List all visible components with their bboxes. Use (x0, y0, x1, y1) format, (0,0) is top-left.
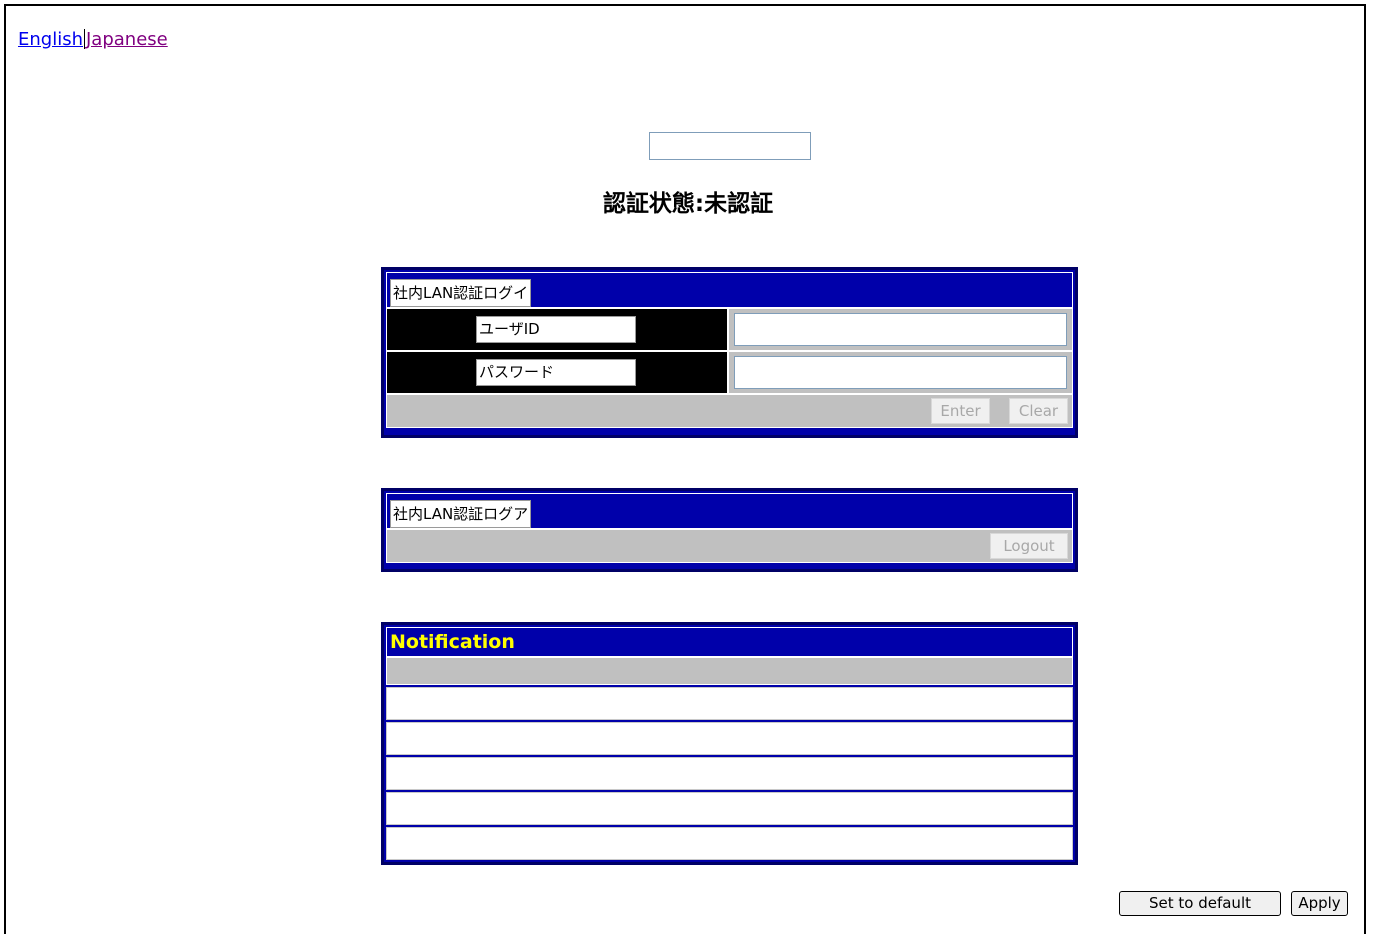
set-to-default-button[interactable]: Set to default (1119, 891, 1281, 916)
notification-title: Notification (390, 631, 515, 653)
login-panel-caption: 社内LAN認証ログイ (390, 279, 532, 307)
user-id-label: ユーザID (476, 316, 636, 343)
top-empty-field (649, 132, 811, 160)
apply-button[interactable]: Apply (1291, 891, 1348, 916)
login-button-row: Enter Clear (386, 394, 1073, 428)
notification-panel: Notification (381, 622, 1078, 865)
user-id-row: ユーザID (386, 308, 1073, 351)
japanese-link[interactable]: Japanese (86, 29, 168, 50)
notification-line (386, 757, 1073, 790)
notification-header: Notification (386, 627, 1073, 657)
notification-line (386, 722, 1073, 755)
enter-button[interactable]: Enter (931, 398, 990, 424)
password-input[interactable] (734, 356, 1067, 389)
notification-gray-row (386, 657, 1073, 685)
language-separator (84, 29, 85, 49)
user-id-input[interactable] (734, 313, 1067, 346)
password-label: パスワード (476, 359, 636, 386)
logout-button[interactable]: Logout (990, 533, 1068, 559)
auth-status-heading: 認証状態:未認証 (602, 191, 774, 217)
notification-line (386, 827, 1073, 860)
notification-line (386, 792, 1073, 825)
language-links: English Japanese (18, 29, 168, 50)
logout-panel-header: 社内LAN認証ログア (386, 493, 1073, 529)
password-row: パスワード (386, 351, 1073, 394)
notification-line (386, 687, 1073, 720)
english-link[interactable]: English (18, 29, 83, 50)
login-panel: 社内LAN認証ログイ ユーザID パスワード Enter Clear (381, 267, 1078, 438)
login-panel-header: 社内LAN認証ログイ (386, 272, 1073, 308)
clear-button[interactable]: Clear (1009, 398, 1068, 424)
logout-panel-caption: 社内LAN認証ログア (390, 500, 532, 528)
logout-panel: 社内LAN認証ログア Logout (381, 488, 1078, 572)
logout-button-row: Logout (386, 529, 1073, 563)
